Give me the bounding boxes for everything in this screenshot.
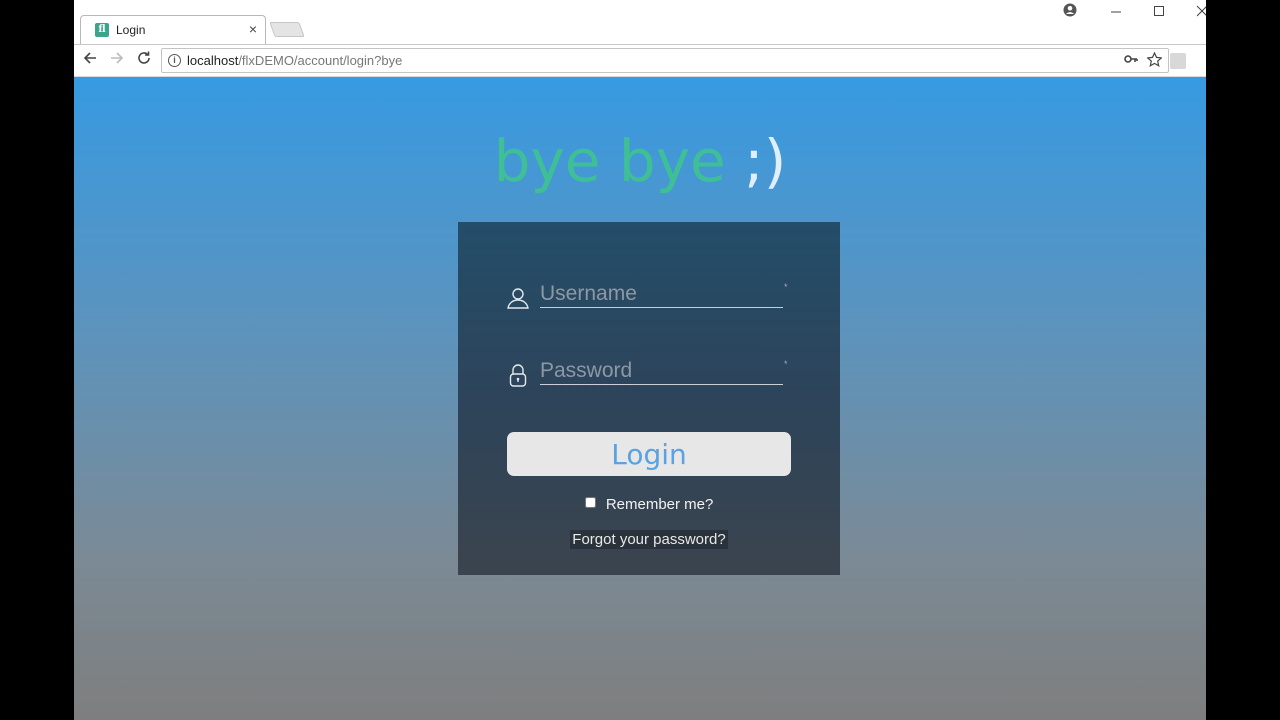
forward-arrow-icon[interactable] [106,50,128,72]
login-card: * * Login Remember me? Forgot your passw… [458,222,840,575]
password-field: * [506,357,796,391]
logo-smile: ;) [744,127,787,195]
new-tab-button[interactable] [269,22,305,37]
remember-me-label[interactable]: Remember me? [606,496,714,513]
url-text: localhost/flxDEMO/account/login?bye [187,53,402,68]
user-icon [506,286,530,310]
star-icon[interactable] [1146,51,1163,70]
close-window-icon[interactable] [1192,2,1206,22]
lock-icon [506,363,530,387]
forgot-password: Forgot your password? [458,530,840,549]
extension-icon[interactable] [1170,53,1186,69]
maximize-icon[interactable] [1149,2,1169,22]
username-field: * [506,280,796,314]
browser-window: fl Login × i localhost/flxDEMO/account/l… [74,0,1206,720]
required-mark: * [784,282,788,292]
remember-me: Remember me? [458,496,840,513]
minimize-icon[interactable] [1106,2,1126,22]
tab-close-icon[interactable]: × [249,21,257,37]
reload-icon[interactable] [133,50,155,72]
info-icon[interactable]: i [168,54,181,67]
forgot-password-link[interactable]: Forgot your password? [570,530,728,549]
back-arrow-icon[interactable] [79,50,101,72]
required-mark: * [784,359,788,369]
logo-word: bye bye [493,127,726,195]
tab-title: Login [116,23,146,37]
remember-me-checkbox[interactable] [584,497,596,508]
password-input[interactable] [540,357,783,385]
logo: bye bye ;) [74,127,1206,195]
url-path: /flxDEMO/account/login?bye [238,53,403,68]
username-input[interactable] [540,280,783,308]
profile-icon[interactable] [1060,2,1080,22]
tab-bar: fl Login × [74,0,1206,44]
login-button[interactable]: Login [507,432,791,476]
address-bar[interactable]: i localhost/flxDEMO/account/login?bye [161,48,1169,73]
key-icon[interactable] [1124,52,1138,69]
favicon-icon: fl [95,23,109,37]
tab-login[interactable]: fl Login × [80,15,266,44]
browser-toolbar: i localhost/flxDEMO/account/login?bye [74,44,1206,77]
url-host: localhost [187,53,239,68]
page-viewport: bye bye ;) * * Login Remember [74,77,1206,720]
